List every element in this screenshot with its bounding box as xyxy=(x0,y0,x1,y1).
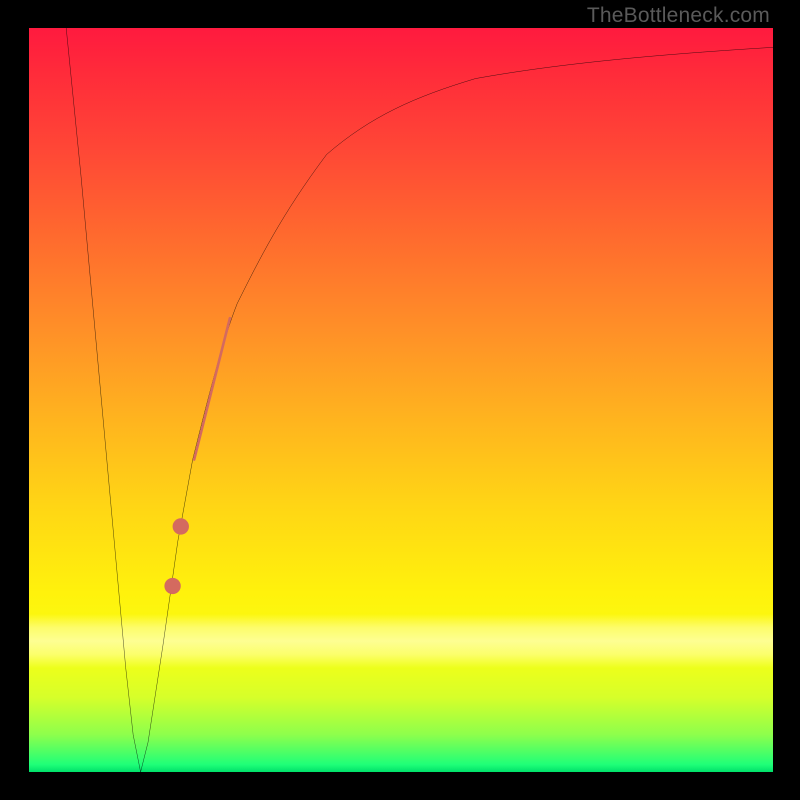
highlight-dot-lower xyxy=(164,578,180,594)
highlight-segment xyxy=(194,318,230,459)
plot-area xyxy=(29,28,773,772)
curve-layer xyxy=(29,28,773,772)
chart-frame: TheBottleneck.com xyxy=(0,0,800,800)
highlight-dot-upper xyxy=(173,518,189,534)
watermark-text: TheBottleneck.com xyxy=(587,4,770,28)
bottleneck-curve xyxy=(66,28,773,772)
